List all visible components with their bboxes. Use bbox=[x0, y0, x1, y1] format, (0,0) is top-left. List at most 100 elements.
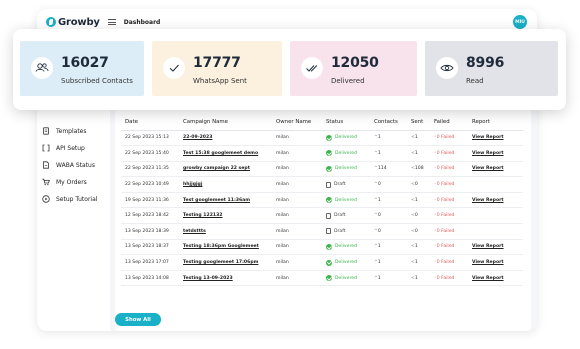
column-header-failed[interactable]: Failed bbox=[430, 115, 468, 131]
row-owner: milan bbox=[272, 130, 322, 147]
row-sent: <1 bbox=[407, 270, 430, 287]
sidebar-item-my-orders[interactable]: My Orders bbox=[42, 178, 87, 186]
campaign-link[interactable]: 22-09-2023 bbox=[179, 130, 272, 147]
column-header-sent[interactable]: Sent bbox=[407, 115, 430, 131]
hamburger-menu-icon[interactable] bbox=[107, 19, 116, 25]
sidebar-item-api-setup[interactable]: API Setup bbox=[42, 144, 85, 152]
row-failed: ◦0 Failed bbox=[430, 239, 468, 256]
row-status: Delivered bbox=[322, 145, 370, 162]
status-label: Delivered bbox=[335, 150, 357, 156]
column-header-campaign[interactable]: Campaign Name bbox=[179, 115, 272, 131]
column-header-status[interactable]: Status bbox=[322, 115, 370, 131]
row-contacts: ^114 bbox=[370, 161, 407, 178]
draft-icon bbox=[326, 181, 331, 188]
page: Growby Dashboard MIU Templates API Setup… bbox=[0, 0, 580, 349]
campaign-link[interactable]: Testing 13-09-2023 bbox=[179, 270, 272, 287]
contacts-value: 0 bbox=[377, 228, 381, 234]
row-contacts: ^1 bbox=[370, 239, 407, 256]
status-label: Delivered bbox=[335, 260, 357, 266]
column-header-owner[interactable]: Owner Name bbox=[272, 115, 322, 131]
contacts-value: 1 bbox=[377, 244, 381, 250]
logo-text: Growby bbox=[58, 16, 100, 28]
view-report-link[interactable]: View Report bbox=[468, 130, 523, 147]
table-row: 19 Sep 2023 11:36 Test googlemeet 11:36am… bbox=[121, 192, 523, 209]
row-contacts: ^0 bbox=[370, 223, 407, 240]
row-status: Draft bbox=[322, 223, 370, 240]
row-failed: ◦0 Failed bbox=[430, 176, 468, 193]
double-check-icon bbox=[301, 57, 323, 79]
status-label: Delivered bbox=[335, 166, 357, 172]
sidebar-item-label: Setup Tutorial bbox=[56, 195, 98, 203]
row-failed: ◦0 Failed bbox=[430, 207, 468, 225]
sidebar-item-waba-status[interactable]: WABA Status bbox=[42, 161, 95, 169]
campaign-link[interactable]: hhjjgjgj bbox=[179, 176, 272, 193]
contacts-value: 1 bbox=[377, 135, 381, 141]
campaign-link[interactable]: Test 15:38 googlemeet demo bbox=[179, 145, 272, 162]
row-failed: ◦0 Failed bbox=[430, 130, 468, 147]
table-row: 22 Sep 2023 15:13 22-09-2023 milan Delivere… bbox=[121, 130, 523, 147]
row-status: Delivered bbox=[322, 161, 370, 178]
delivered-check-icon bbox=[326, 134, 332, 141]
row-sent: <108 bbox=[407, 161, 430, 178]
row-date: 22 Sep 2023 10:49 bbox=[121, 176, 179, 193]
contacts-value: 114 bbox=[377, 166, 387, 172]
table-row: 13 Sep 2023 18:37 Testing 18:36pm Googlem… bbox=[121, 239, 523, 256]
delivered-check-icon bbox=[326, 243, 332, 250]
campaign-link[interactable]: tetdsttts bbox=[179, 223, 272, 240]
view-report-link[interactable]: View Report bbox=[468, 254, 523, 271]
column-header-date[interactable]: Date bbox=[121, 115, 179, 131]
sent-value: 1 bbox=[414, 260, 418, 266]
campaign-link[interactable]: Testing 18:36pm Googlemeet bbox=[179, 239, 272, 256]
row-date: 13 Sep 2023 18:37 bbox=[121, 239, 179, 256]
table-row: 12 Sep 2023 18:42 Testing 122132 milan Draf… bbox=[121, 207, 523, 225]
view-report-link[interactable]: View Report bbox=[468, 239, 523, 256]
logo[interactable]: Growby bbox=[46, 17, 100, 28]
avatar[interactable]: MIU bbox=[513, 15, 527, 29]
row-date: 22 Sep 2023 15:40 bbox=[121, 145, 179, 162]
campaign-link[interactable]: growby campaign 22 sept bbox=[179, 161, 272, 178]
status-label: Delivered bbox=[335, 197, 357, 203]
sent-value: 0 bbox=[414, 228, 418, 234]
status-label: Draft bbox=[334, 228, 346, 234]
row-date: 22 Sep 2023 11:35 bbox=[121, 161, 179, 178]
view-report-link[interactable]: View Report bbox=[468, 145, 523, 162]
row-sent: <1 bbox=[407, 239, 430, 256]
row-date: 12 Sep 2023 18:42 bbox=[121, 207, 179, 225]
view-report-link[interactable]: View Report bbox=[468, 161, 523, 178]
stat-value: 17777 bbox=[193, 55, 241, 71]
stat-card-read: 8996 Read bbox=[425, 41, 558, 96]
stat-value: 8996 bbox=[466, 55, 505, 71]
delivered-check-icon bbox=[326, 275, 332, 282]
show-all-button[interactable]: Show All bbox=[115, 313, 161, 326]
view-report-link bbox=[468, 223, 523, 240]
row-date: 22 Sep 2023 15:13 bbox=[121, 130, 179, 147]
status-label: Delivered bbox=[335, 275, 357, 281]
delivered-check-icon bbox=[326, 259, 332, 266]
campaign-link[interactable]: Testing googlemeet 17:06pm bbox=[179, 254, 272, 271]
row-sent: <0 bbox=[407, 223, 430, 240]
row-status: Delivered bbox=[322, 254, 370, 271]
row-owner: milan bbox=[272, 207, 322, 225]
campaign-link[interactable]: Testing 122132 bbox=[179, 207, 272, 225]
column-header-contacts[interactable]: Contacts bbox=[370, 115, 407, 131]
contacts-value: 1 bbox=[377, 275, 381, 281]
view-report-link[interactable]: View Report bbox=[468, 192, 523, 209]
row-date: 19 Sep 2023 11:36 bbox=[121, 192, 179, 209]
column-header-report[interactable]: Report bbox=[468, 115, 523, 131]
failed-value: 0 Failed bbox=[436, 244, 455, 250]
table-body: 22 Sep 2023 15:13 22-09-2023 milan Delivere… bbox=[121, 130, 523, 287]
view-report-link[interactable]: View Report bbox=[468, 270, 523, 287]
row-failed: ◦0 Failed bbox=[430, 254, 468, 271]
file-icon bbox=[42, 161, 50, 169]
sidebar-item-setup-tutorial[interactable]: Setup Tutorial bbox=[42, 195, 97, 203]
sidebar-item-templates[interactable]: Templates bbox=[42, 127, 87, 135]
campaign-link[interactable]: Test googlemeet 11:36am bbox=[179, 192, 272, 209]
row-owner: milan bbox=[272, 192, 322, 209]
row-status: Delivered bbox=[322, 130, 370, 147]
stat-label: Delivered bbox=[331, 77, 365, 85]
sent-value: 1 bbox=[414, 197, 418, 203]
status-label: Delivered bbox=[335, 135, 357, 141]
table-row: 22 Sep 2023 10:49 hhjjgjgj milan Draft ^0 <0 ◦… bbox=[121, 176, 523, 193]
row-failed: ◦0 Failed bbox=[430, 223, 468, 240]
table-row: 22 Sep 2023 11:35 growby campaign 22 sept… bbox=[121, 161, 523, 178]
